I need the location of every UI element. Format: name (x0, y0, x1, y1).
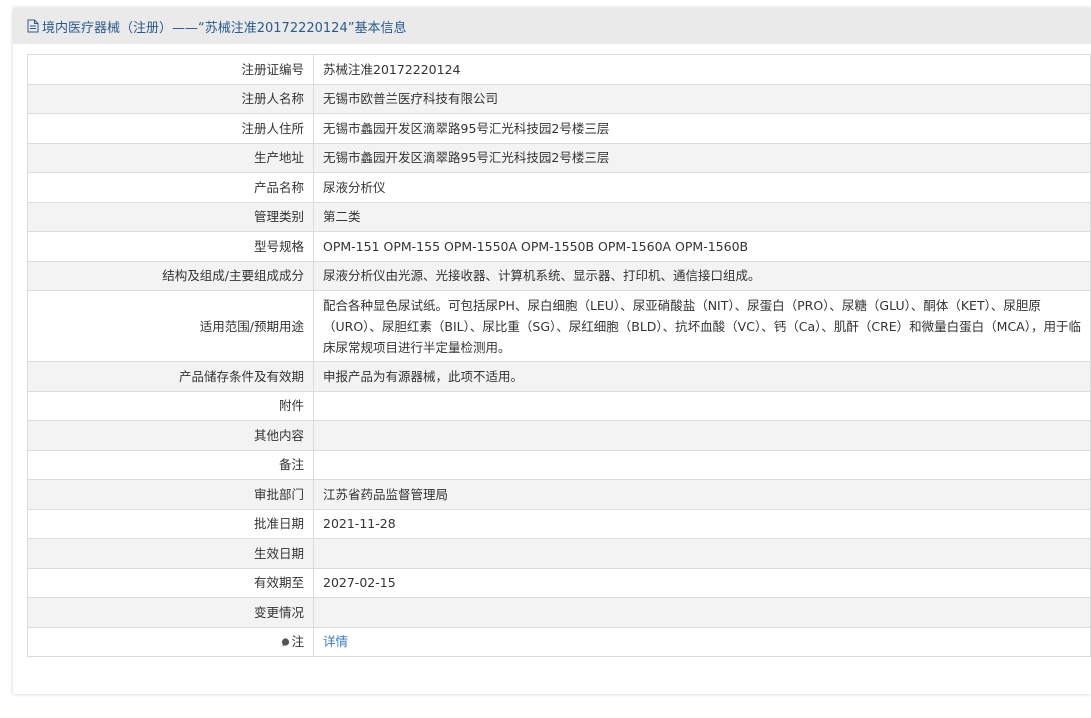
details-link[interactable]: 详情 (323, 634, 348, 649)
row-value: 无锡市蠡园开发区滴翠路95号汇光科技园2号楼三层 (313, 142, 1091, 173)
note-value-cell: 详情 (313, 626, 1091, 657)
row-value: 2027-02-15 (313, 567, 1091, 598)
table-row: 其他内容 (27, 420, 1091, 451)
row-label: 审批部门 (27, 479, 314, 510)
page-title: 境内医疗器械（注册）——“苏械注准20172220124”基本信息 (42, 20, 407, 36)
table-row: 变更情况 (27, 597, 1091, 628)
row-label: 附件 (27, 390, 314, 421)
panel-header: 境内医疗器械（注册）——“苏械注准20172220124”基本信息 (13, 8, 1091, 44)
table-row: 附件 (27, 390, 1091, 421)
row-value: 尿液分析仪 (313, 172, 1091, 203)
table-row: 批准日期 2021-11-28 (27, 508, 1091, 539)
table-row: 有效期至 2027-02-15 (27, 567, 1091, 598)
info-table: 注册证编号 苏械注准20172220124 注册人名称 无锡市欧普兰医疗科技有限… (27, 54, 1091, 657)
row-value: 配合各种显色尿试纸。可包括尿PH、尿白细胞（LEU）、尿亚硝酸盐（NIT）、尿蛋… (313, 290, 1091, 362)
row-value (313, 597, 1091, 628)
row-value: 无锡市欧普兰医疗科技有限公司 (313, 83, 1091, 114)
row-label: 生产地址 (27, 142, 314, 173)
table-row: 适用范围/预期用途 配合各种显色尿试纸。可包括尿PH、尿白细胞（LEU）、尿亚硝… (27, 290, 1091, 362)
table-row: 注册人住所 无锡市蠡园开发区滴翠路95号汇光科技园2号楼三层 (27, 113, 1091, 144)
row-value (313, 538, 1091, 569)
document-icon (27, 19, 39, 33)
table-row: 注册人名称 无锡市欧普兰医疗科技有限公司 (27, 83, 1091, 114)
table-row: 注册证编号 苏械注准20172220124 (27, 54, 1091, 85)
table-row: 产品名称 尿液分析仪 (27, 172, 1091, 203)
row-label: 有效期至 (27, 567, 314, 598)
row-label: 管理类别 (27, 201, 314, 232)
table-row: 审批部门 江苏省药品监督管理局 (27, 479, 1091, 510)
row-value (313, 420, 1091, 451)
table-row: 型号规格 OPM-151 OPM-155 OPM-1550A OPM-1550B… (27, 231, 1091, 262)
row-value (313, 390, 1091, 421)
row-label: 注册人名称 (27, 83, 314, 114)
table-row-note: 注 详情 (27, 626, 1091, 657)
row-label: 批准日期 (27, 508, 314, 539)
row-value: 江苏省药品监督管理局 (313, 479, 1091, 510)
row-label: 注册证编号 (27, 54, 314, 85)
table-row: 生产地址 无锡市蠡园开发区滴翠路95号汇光科技园2号楼三层 (27, 142, 1091, 173)
row-label: 产品储存条件及有效期 (27, 361, 314, 392)
row-value: 第二类 (313, 201, 1091, 232)
table-row: 结构及组成/主要组成成分 尿液分析仪由光源、光接收器、计算机系统、显示器、打印机… (27, 260, 1091, 291)
row-label: 型号规格 (27, 231, 314, 262)
row-label: 产品名称 (27, 172, 314, 203)
row-value: 2021-11-28 (313, 508, 1091, 539)
pin-icon (281, 632, 290, 647)
note-label: 注 (291, 634, 304, 650)
row-value: 申报产品为有源器械，此项不适用。 (313, 361, 1091, 392)
row-label: 注册人住所 (27, 113, 314, 144)
row-label: 适用范围/预期用途 (27, 290, 314, 362)
table-row: 备注 (27, 449, 1091, 480)
row-label: 生效日期 (27, 538, 314, 569)
row-label: 变更情况 (27, 597, 314, 628)
note-label-cell: 注 (27, 626, 314, 657)
info-panel: 境内医疗器械（注册）——“苏械注准20172220124”基本信息 注册证编号 … (13, 8, 1091, 694)
row-value: 尿液分析仪由光源、光接收器、计算机系统、显示器、打印机、通信接口组成。 (313, 260, 1091, 291)
table-row: 产品储存条件及有效期 申报产品为有源器械，此项不适用。 (27, 361, 1091, 392)
row-value (313, 449, 1091, 480)
row-label: 其他内容 (27, 420, 314, 451)
table-row: 生效日期 (27, 538, 1091, 569)
row-label: 结构及组成/主要组成成分 (27, 260, 314, 291)
row-label: 备注 (27, 449, 314, 480)
row-value: 无锡市蠡园开发区滴翠路95号汇光科技园2号楼三层 (313, 113, 1091, 144)
table-row: 管理类别 第二类 (27, 201, 1091, 232)
row-value: 苏械注准20172220124 (313, 54, 1091, 85)
row-value: OPM-151 OPM-155 OPM-1550A OPM-1550B OPM-… (313, 231, 1091, 262)
